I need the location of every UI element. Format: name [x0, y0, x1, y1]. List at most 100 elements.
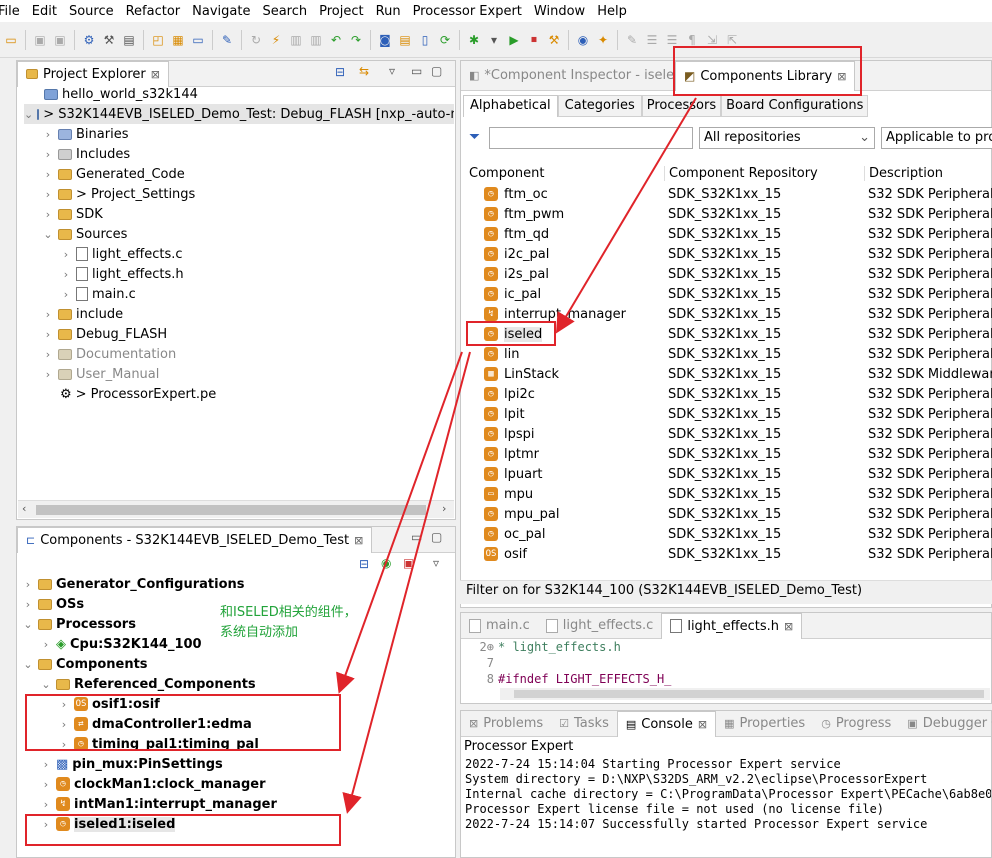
tab-light-effects-c[interactable]: light_effects.c [538, 613, 662, 639]
tree-item-light-effects-h[interactable]: › light_effects.h [60, 264, 184, 284]
tree-item-binaries[interactable]: › Binaries [42, 124, 129, 144]
editor-line[interactable]: 2⊕ * light_effects.h [470, 640, 621, 656]
tree-item-generated-code[interactable]: › Generated_Code [42, 164, 185, 184]
tree-item-hello-world[interactable]: hello_world_s32k144 [44, 84, 198, 104]
view-menu-icon[interactable]: ▿ [433, 556, 439, 570]
run-icon[interactable]: ▶ [505, 31, 523, 49]
chevron-down-icon[interactable]: ⌄ [22, 658, 34, 671]
settings-icon[interactable]: ⚙ [80, 31, 98, 49]
library-row-i2s-pal[interactable]: ◷ i2s_pal SDK_S32K1xx_15 S32 SDK Peripheral… [464, 264, 992, 284]
menu-window[interactable]: Window [528, 4, 591, 19]
ncf2-icon[interactable]: ▥ [307, 31, 325, 49]
ncf-icon[interactable]: ▥ [287, 31, 305, 49]
chevron-down-icon[interactable]: ⌄ [22, 618, 34, 631]
camera-icon[interactable]: ◙ [376, 31, 394, 49]
chevron-right-icon[interactable]: › [60, 288, 72, 301]
menu-project[interactable]: Project [313, 4, 369, 19]
close-icon[interactable]: ⊠ [354, 534, 363, 547]
wand-icon[interactable]: ✦ [594, 31, 612, 49]
chevron-right-icon[interactable]: › [42, 208, 54, 221]
tools-icon[interactable]: ⚒ [545, 31, 563, 49]
tree-item-pin-mux[interactable]: › ▩ pin_mux:PinSettings [40, 754, 223, 774]
subtab-processors[interactable]: Processors [641, 95, 722, 117]
menu-edit[interactable]: Edit [26, 4, 63, 19]
reload-icon[interactable]: ↻ [247, 31, 265, 49]
tab-console[interactable]: ▤ Console ⊠ [616, 710, 717, 737]
generate-code-icon[interactable]: ◉ [381, 556, 391, 570]
applicable-select[interactable]: Applicable to proj [881, 127, 992, 149]
tree-item-clock-man1[interactable]: › ◷ clockMan1:clock_manager [40, 774, 266, 794]
new-project-icon[interactable]: ◰ [149, 31, 167, 49]
tab-component-inspector[interactable]: ◧ *Component Inspector - iseled1 [461, 61, 675, 91]
minimize-icon[interactable]: ▭ [411, 530, 422, 544]
chevron-right-icon[interactable]: › [40, 758, 52, 771]
column-header-description[interactable]: Description [865, 166, 992, 181]
horizontal-scrollbar[interactable]: ‹ › [18, 500, 454, 518]
maximize-icon[interactable]: ▢ [431, 530, 442, 544]
menu-file[interactable]: File [0, 4, 26, 19]
chevron-right-icon[interactable]: › [42, 348, 54, 361]
tab-light-effects-h[interactable]: light_effects.h ⊠ [661, 612, 803, 639]
tree-item-generator-configurations[interactable]: › Generator_Configurations [22, 574, 245, 594]
chevron-down-icon[interactable]: ⌄ [42, 228, 54, 241]
menu-search[interactable]: Search [256, 4, 313, 19]
tree-item-processor-expert-pe[interactable]: ⚙ > ProcessorExpert.pe [60, 384, 216, 404]
editor-line[interactable]: 7 [470, 656, 498, 672]
save-icon[interactable]: ▣ [31, 31, 49, 49]
tab-properties[interactable]: ▦ Properties [716, 711, 813, 737]
chevron-right-icon[interactable]: › [42, 328, 54, 341]
tree-item-light-effects-c[interactable]: › light_effects.c [60, 244, 183, 264]
library-row-lin[interactable]: ◷ lin SDK_S32K1xx_15 S32 SDK Peripheral D [464, 344, 992, 364]
pen-icon[interactable]: ✎ [623, 31, 641, 49]
chevron-right-icon[interactable]: › [42, 148, 54, 161]
minimize-icon[interactable]: ▭ [411, 64, 422, 78]
subtab-categories[interactable]: Categories [557, 95, 642, 117]
chevron-down-icon[interactable]: ⌄ [40, 678, 52, 691]
library-row-ftm-qd[interactable]: ◷ ftm_qd SDK_S32K1xx_15 S32 SDK Peripheral … [464, 224, 992, 244]
filter-icon[interactable]: ⏷ [469, 129, 480, 145]
library-row-ftm-oc[interactable]: ◷ ftm_oc SDK_S32K1xx_15 S32 SDK Peripheral … [464, 184, 992, 204]
chevron-right-icon[interactable]: › [42, 368, 54, 381]
tab-components[interactable]: ⊏ Components - S32K144EVB_ISELED_Demo_Te… [17, 526, 373, 553]
chevron-right-icon[interactable]: › [42, 308, 54, 321]
tree-item-includes[interactable]: › Includes [42, 144, 130, 164]
close-icon[interactable]: ⊠ [784, 620, 793, 633]
pin-icon[interactable]: ✎ [218, 31, 236, 49]
tree-item-main-c[interactable]: › main.c [60, 284, 136, 304]
new-icon[interactable]: ▭ [2, 31, 20, 49]
view-menu-icon[interactable]: ▿ [389, 64, 395, 78]
chevron-right-icon[interactable]: › [60, 268, 72, 281]
library-row-mpu[interactable]: ▭ mpu SDK_S32K1xx_15 S32 SDK Peripheral D [464, 484, 992, 504]
chevron-right-icon[interactable]: › [42, 168, 54, 181]
folder-open-icon[interactable]: ▤ [396, 31, 414, 49]
undo-green-icon[interactable]: ↶ [327, 31, 345, 49]
scrollbar-thumb[interactable] [514, 690, 984, 698]
tab-tasks[interactable]: ☑ Tasks [551, 711, 617, 737]
new-file-icon[interactable]: ▯ [416, 31, 434, 49]
library-row-linstack[interactable]: ▦ LinStack SDK_S32K1xx_15 S32 SDK Middlewar… [464, 364, 992, 384]
scroll-right-icon[interactable]: › [442, 502, 446, 515]
chevron-right-icon[interactable]: › [22, 578, 34, 591]
import-icon[interactable]: ▦ [169, 31, 187, 49]
menu-run[interactable]: Run [370, 4, 407, 19]
tree-item-referenced-components[interactable]: ⌄ Referenced_Components [40, 674, 255, 694]
tree-item-int-man1[interactable]: › ↯ intMan1:interrupt_manager [40, 794, 277, 814]
monitor-icon[interactable]: ▭ [189, 31, 207, 49]
tree-item-project-settings[interactable]: › > Project_Settings [42, 184, 196, 204]
tree-item-components[interactable]: ⌄ Components [22, 654, 147, 674]
chevron-right-icon[interactable]: › [60, 248, 72, 261]
tree-item-user-manual[interactable]: › User_Manual [42, 364, 160, 384]
save-all-icon[interactable]: ▣ [51, 31, 69, 49]
link-editor-icon[interactable]: ⇆ [359, 64, 369, 78]
library-row-ic-pal[interactable]: ◷ ic_pal SDK_S32K1xx_15 S32 SDK Peripheral … [464, 284, 992, 304]
scrollbar-thumb[interactable] [36, 505, 426, 515]
chevron-right-icon[interactable]: › [42, 128, 54, 141]
chevron-right-icon[interactable]: › [42, 188, 54, 201]
repository-select[interactable]: All repositories ⌄ [699, 127, 875, 149]
library-row-lpi2c[interactable]: ◷ lpi2c SDK_S32K1xx_15 S32 SDK Peripheral D [464, 384, 992, 404]
column-header-component[interactable]: Component [461, 165, 665, 181]
tab-debugger-console[interactable]: ▣ Debugger Conso [899, 711, 992, 737]
column-header-repository[interactable]: Component Repository [665, 165, 865, 181]
editor-hscroll[interactable] [500, 688, 990, 700]
tree-item-oss[interactable]: › OSs [22, 594, 84, 614]
